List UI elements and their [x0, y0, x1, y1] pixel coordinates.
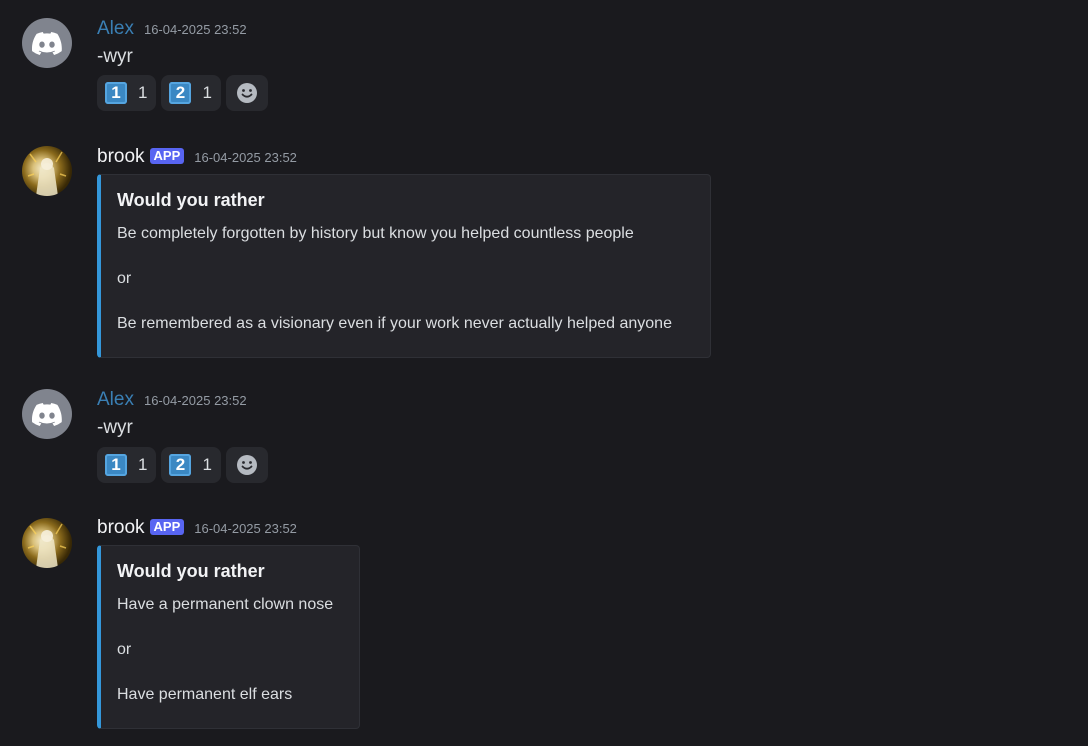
app-badge: APP — [149, 519, 185, 535]
timestamp: 16-04-2025 23:52 — [143, 22, 247, 37]
keycap-1-icon: 1 — [105, 454, 127, 476]
embed-description: Have a permanent clown nose or Have perm… — [117, 594, 343, 705]
smiley-icon — [236, 455, 257, 475]
discord-logo-icon — [32, 402, 62, 426]
username[interactable]: Alex — [97, 17, 134, 41]
option-1: Be completely forgotten by history but k… — [117, 225, 634, 242]
username[interactable]: brook — [97, 145, 145, 169]
message-header: Alex 16-04-2025 23:52 — [97, 17, 247, 41]
username[interactable]: brook — [97, 516, 145, 540]
smiley-icon — [236, 83, 257, 103]
embed-title: Would you rather — [117, 561, 265, 581]
username[interactable]: Alex — [97, 388, 134, 412]
message-content: -wyr — [97, 46, 133, 67]
reaction-keycap-1[interactable]: 1 1 — [97, 75, 157, 111]
message-header: Alex 16-04-2025 23:52 — [97, 388, 247, 412]
character-avatar-icon — [27, 523, 67, 568]
reaction-bar: 1 1 2 1 — [97, 75, 268, 111]
timestamp: 16-04-2025 23:52 — [194, 150, 297, 165]
add-reaction-button[interactable] — [225, 447, 268, 483]
embed-description: Be completely forgotten by history but k… — [117, 223, 694, 334]
reaction-count: 1 — [202, 455, 212, 474]
wyr-embed: Would you rather Be completely forgotten… — [97, 174, 711, 358]
message-content: -wyr — [97, 417, 133, 438]
timestamp: 16-04-2025 23:52 — [194, 521, 297, 536]
avatar[interactable] — [22, 146, 72, 196]
reaction-count: 1 — [138, 83, 148, 102]
avatar[interactable] — [22, 518, 72, 568]
separator: or — [117, 270, 132, 287]
timestamp: 16-04-2025 23:52 — [143, 393, 247, 408]
reaction-count: 1 — [202, 83, 212, 102]
reaction-keycap-2[interactable]: 2 1 — [161, 447, 221, 483]
keycap-2-icon: 2 — [169, 454, 192, 476]
option-2: Have permanent elf ears — [117, 686, 293, 703]
avatar[interactable] — [22, 389, 72, 439]
message-header: brook APP 16-04-2025 23:52 — [97, 516, 297, 540]
separator: or — [117, 641, 132, 658]
reaction-bar: 1 1 2 1 — [97, 447, 268, 483]
reaction-count: 1 — [138, 455, 148, 474]
app-badge: APP — [149, 148, 185, 164]
option-1: Have a permanent clown nose — [117, 596, 334, 613]
add-reaction-button[interactable] — [225, 75, 268, 111]
reaction-keycap-1[interactable]: 1 1 — [97, 447, 157, 483]
character-avatar-icon — [27, 151, 67, 196]
reaction-keycap-2[interactable]: 2 1 — [161, 75, 221, 111]
message-header: brook APP 16-04-2025 23:52 — [97, 145, 297, 169]
avatar[interactable] — [22, 18, 72, 68]
option-2: Be remembered as a visionary even if you… — [117, 315, 672, 332]
wyr-embed: Would you rather Have a permanent clown … — [97, 545, 360, 729]
keycap-2-icon: 2 — [169, 82, 192, 104]
embed-title: Would you rather — [117, 190, 265, 210]
discord-logo-icon — [32, 31, 62, 55]
keycap-1-icon: 1 — [105, 82, 127, 104]
